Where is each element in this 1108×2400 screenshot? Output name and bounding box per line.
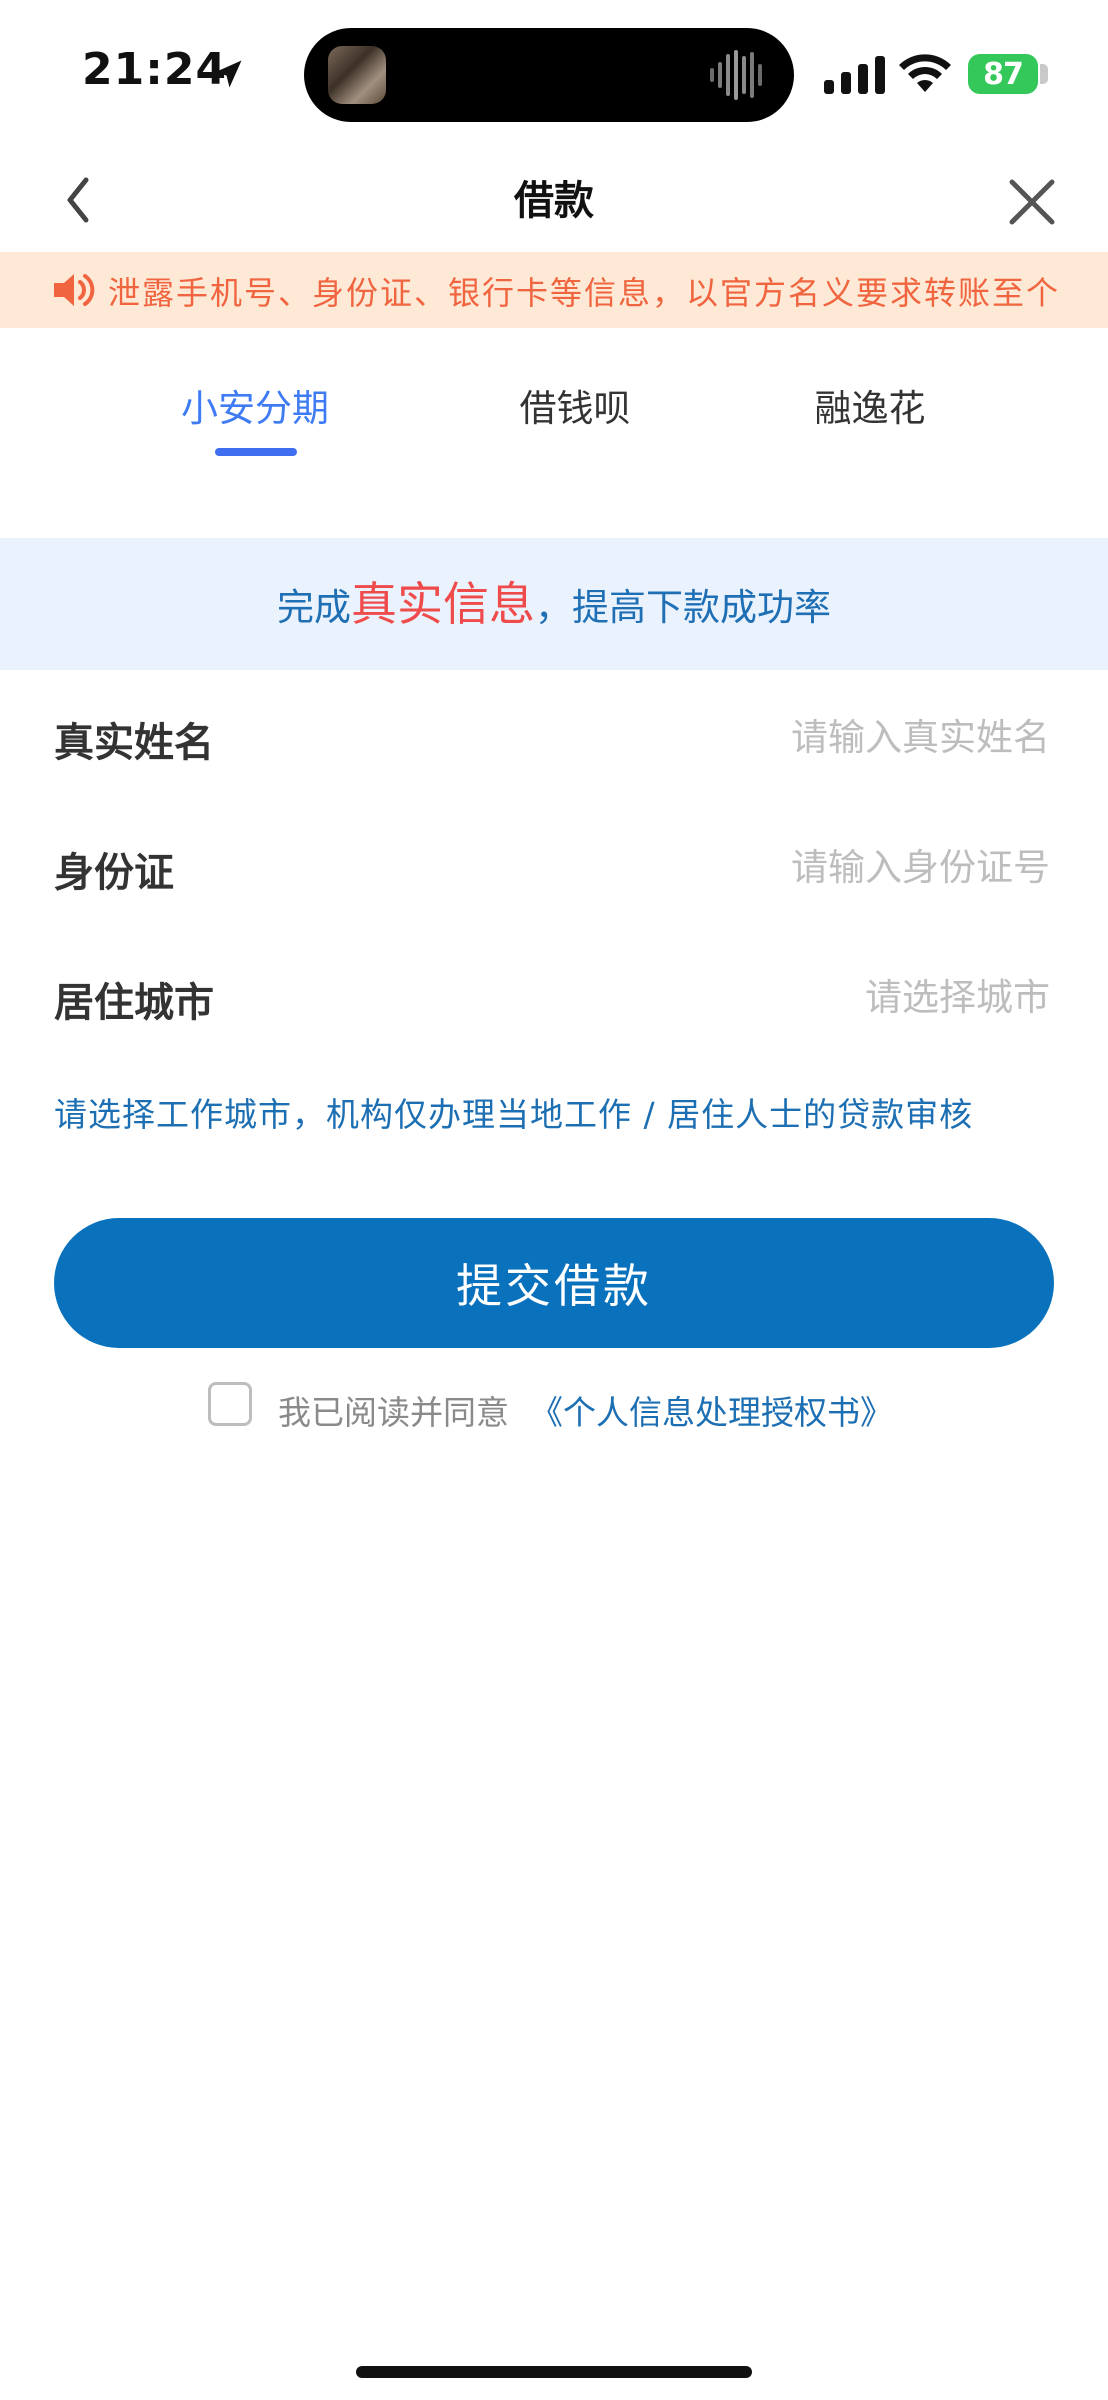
fraud-notice-banner: 泄露手机号、身份证、银行卡等信息，以官方名义要求转账至个 [0,252,1108,328]
media-thumbnail [328,46,386,104]
privacy-authorization-link[interactable]: 《个人信息处理授权书》 [530,1386,893,1434]
battery-level: 87 [983,56,1024,92]
info-prefix: 完成 [277,586,351,629]
id-card-label: 身份证 [54,850,174,896]
active-tab-indicator [215,448,297,456]
page-title: 借款 [514,178,594,224]
audio-wave-icon [710,50,762,100]
status-time: 21:24 [82,44,228,95]
city-select[interactable] [548,968,1052,1026]
city-hint: 请选择工作城市，机构仅办理当地工作 / 居住人士的贷款审核 [54,1095,974,1134]
home-indicator[interactable] [356,2366,752,2378]
name-label: 真实姓名 [54,720,214,766]
status-bar: 21:24 87 [0,0,1108,150]
form-row-name: 真实姓名 [0,684,1108,794]
wifi-icon [899,54,951,92]
info-suffix: ，提高下款成功率 [535,586,831,629]
location-arrow-icon [214,60,242,88]
navigation-bar: 借款 [0,150,1108,250]
submit-loan-button[interactable]: 提交借款 [54,1218,1054,1348]
city-label: 居住城市 [54,980,214,1026]
battery-cap [1040,64,1048,84]
id-card-input[interactable] [548,838,1052,896]
speaker-icon [54,274,95,306]
notice-text: 泄露手机号、身份证、银行卡等信息，以官方名义要求转账至个 [108,274,1061,312]
battery-indicator: 87 [968,54,1038,94]
agreement-checkbox[interactable] [208,1382,252,1426]
tab-xiaoan-fenqi[interactable]: 小安分期 [170,378,340,432]
name-input[interactable] [548,708,1052,766]
close-icon[interactable] [1004,170,1060,230]
info-highlight: 真实信息 [351,577,535,631]
dynamic-island[interactable] [304,28,794,122]
form-row-id-card: 身份证 [0,814,1108,924]
product-tabs: 小安分期 借钱呗 融逸花 [0,330,1108,460]
cellular-signal-icon [824,56,885,94]
tab-jieqianbei[interactable]: 借钱呗 [500,378,650,432]
agreement-text: 我已阅读并同意 [278,1393,509,1432]
form-row-city[interactable]: 居住城市 [0,944,1108,1054]
info-banner: 完成真实信息，提高下款成功率 [0,538,1108,670]
tab-rongyihua[interactable]: 融逸花 [795,378,945,432]
